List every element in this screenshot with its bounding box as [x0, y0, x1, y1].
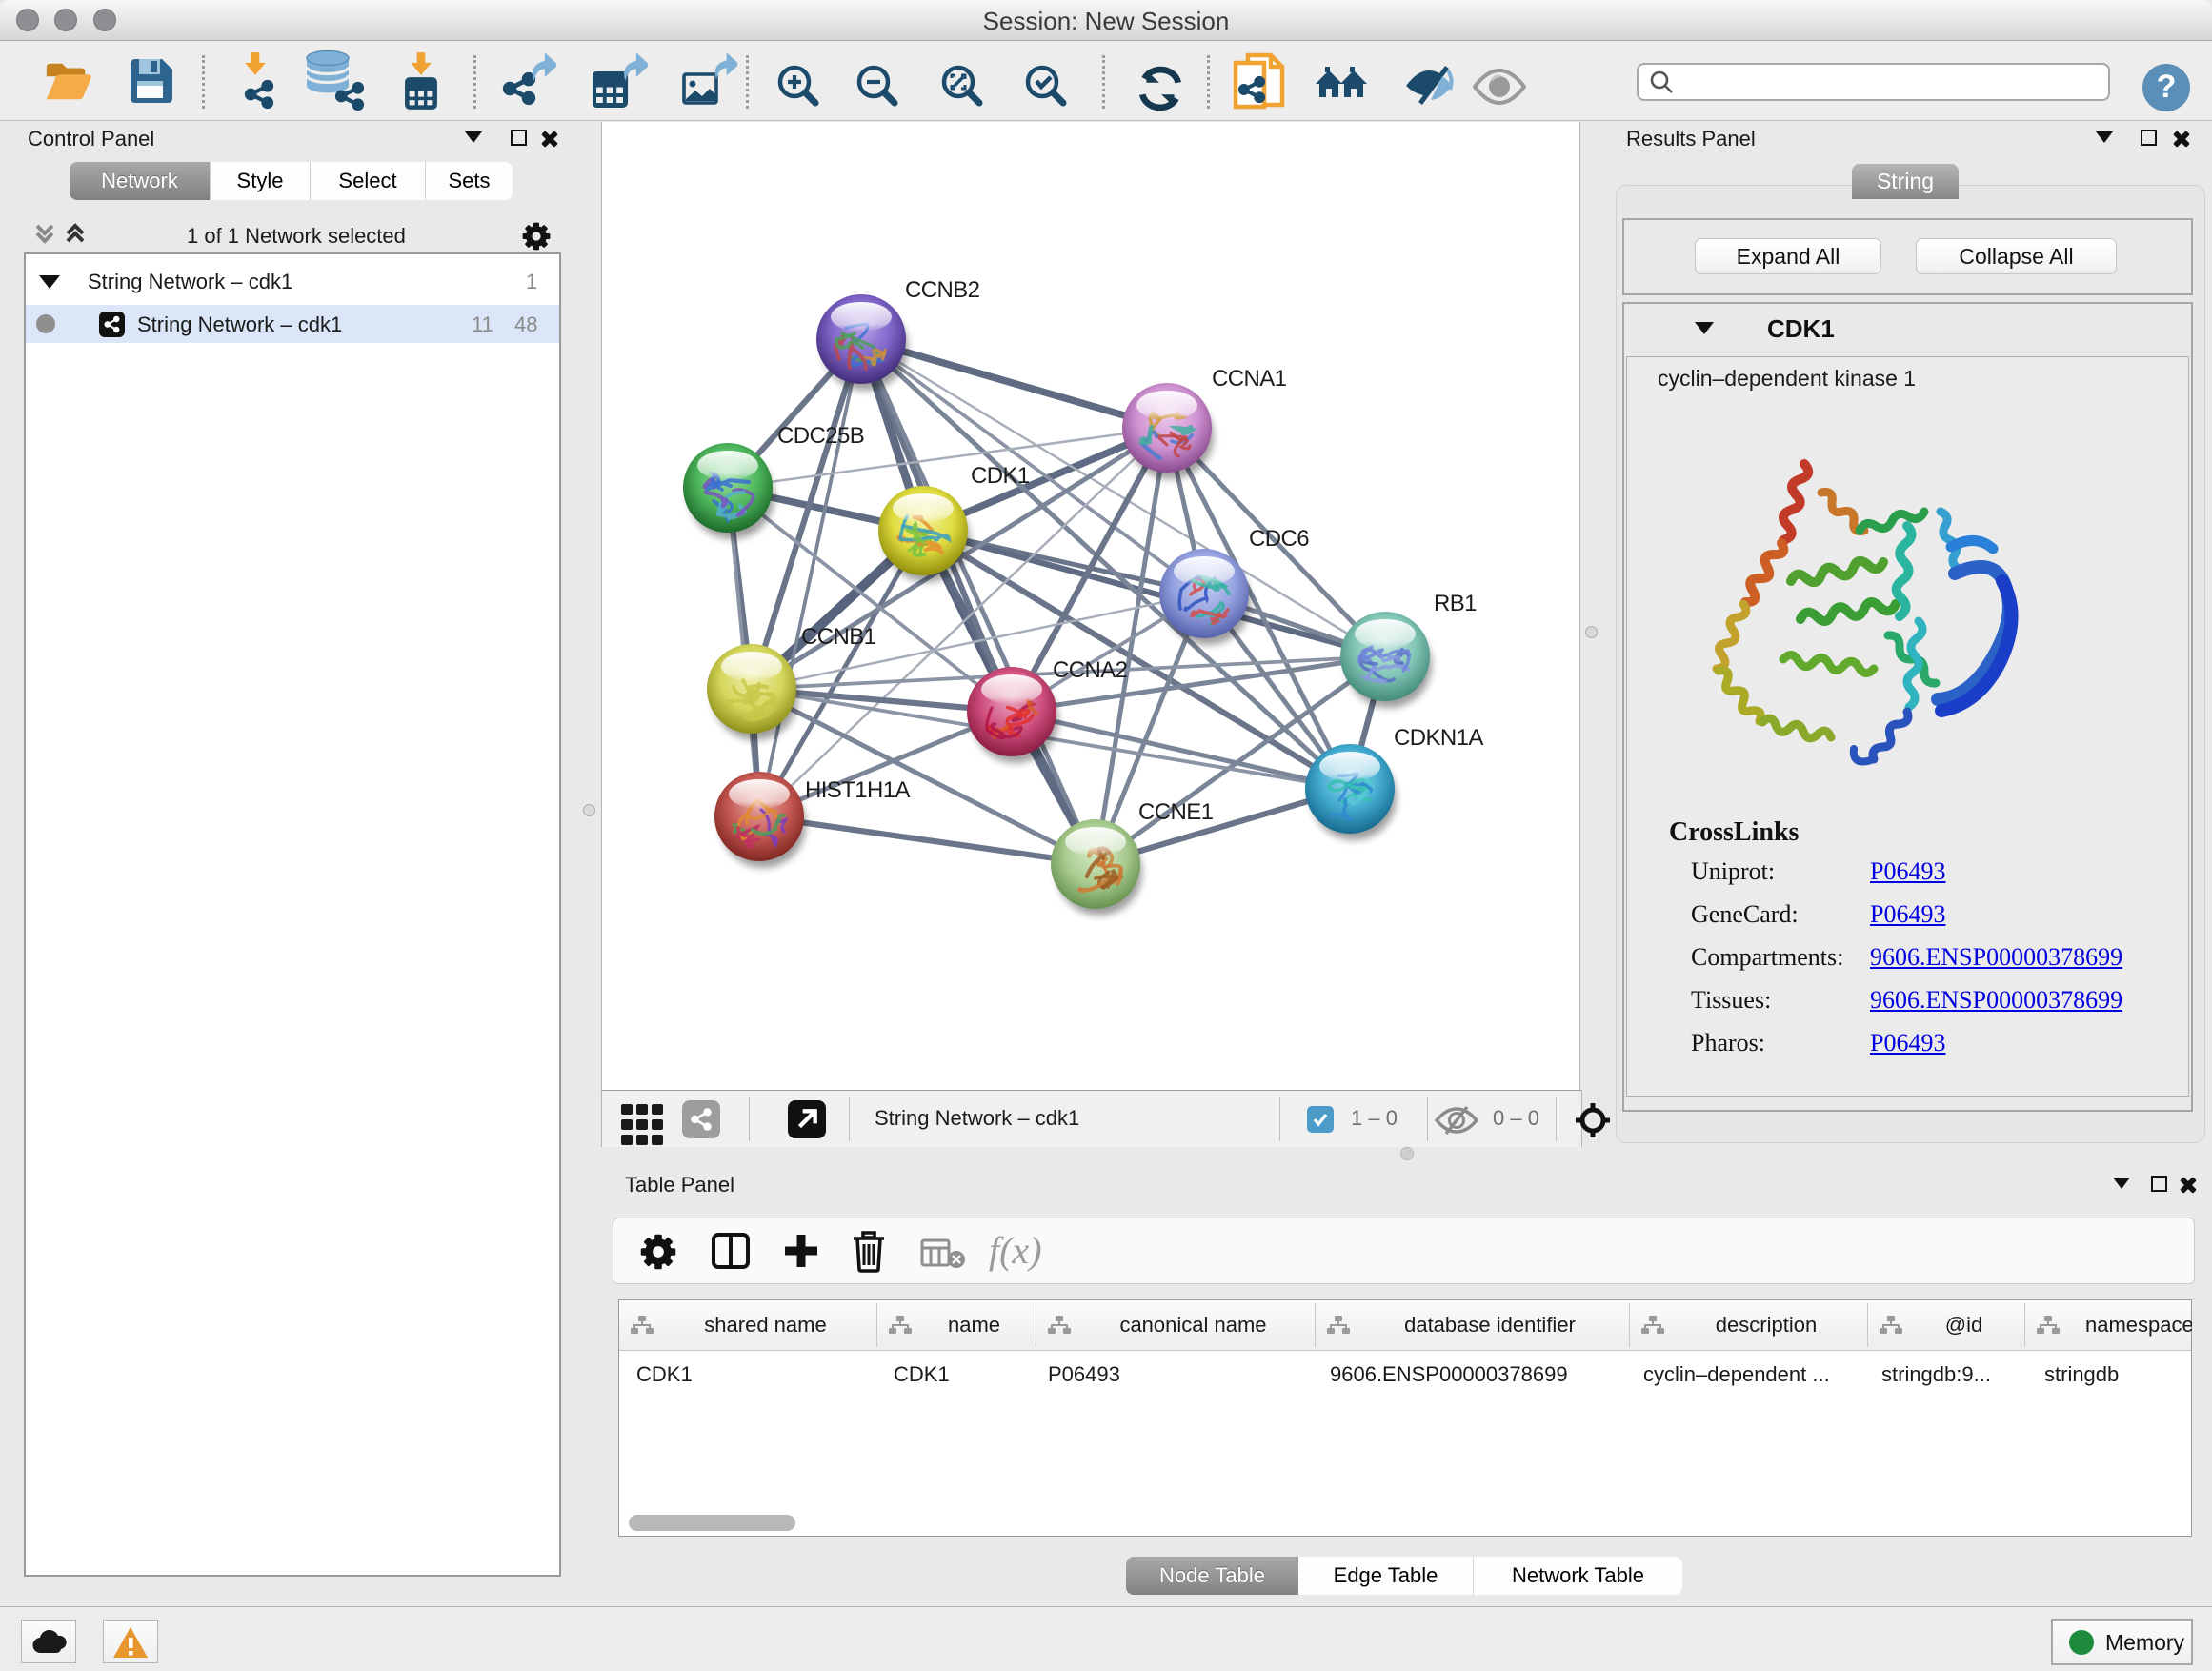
svg-text:CCNB2: CCNB2 [905, 277, 980, 303]
svg-text:RB1: RB1 [1434, 591, 1477, 616]
svg-text:CDC25B: CDC25B [777, 423, 864, 449]
svg-text:CDK1: CDK1 [971, 463, 1030, 489]
svg-text:CDKN1A: CDKN1A [1394, 725, 1483, 751]
svg-text:CDC6: CDC6 [1249, 526, 1309, 552]
svg-text:CCNA2: CCNA2 [1053, 657, 1128, 683]
svg-text:HIST1H1A: HIST1H1A [805, 777, 910, 803]
svg-text:CCNE1: CCNE1 [1138, 799, 1214, 825]
svg-text:CCNB1: CCNB1 [801, 624, 876, 650]
svg-text:CCNA1: CCNA1 [1212, 366, 1287, 392]
